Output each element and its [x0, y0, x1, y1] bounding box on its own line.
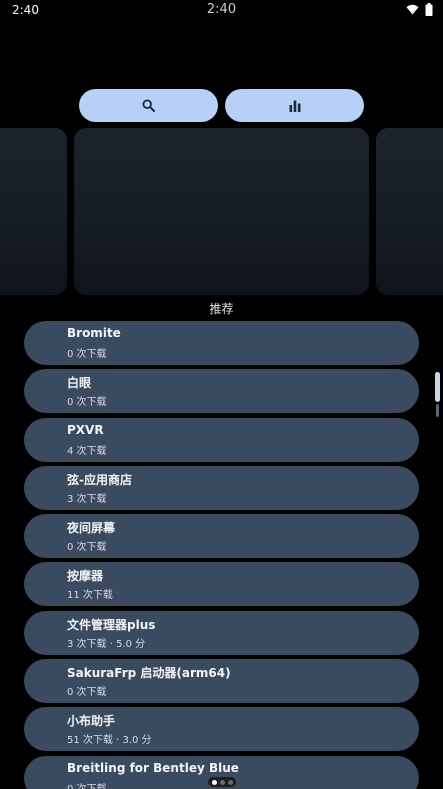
list-item[interactable]: PXVR 4 次下载: [24, 417, 419, 462]
scrollbar-track-indicator: [436, 404, 439, 417]
list-item[interactable]: 弦-应用商店 3 次下载: [24, 465, 419, 510]
scrollbar-thumb[interactable]: [435, 372, 440, 402]
status-time-center: 2:40: [206, 2, 237, 17]
list-item[interactable]: SakuraFrp 启动器(arm64) 0 次下载: [24, 659, 419, 704]
app-name: PXVR: [67, 422, 104, 437]
list-item[interactable]: Bromite 0 次下载: [24, 321, 419, 365]
status-bar: 2:40 2:40: [0, 0, 443, 22]
list-item[interactable]: 夜间屏幕 0 次下载: [24, 514, 419, 559]
app-meta: 11 次下载: [67, 590, 113, 602]
wifi-icon: [406, 4, 419, 15]
app-meta: 0 次下载: [67, 780, 107, 789]
ranking-button[interactable]: [225, 89, 364, 122]
app-meta: 0 次下载: [67, 542, 107, 554]
app-meta: 3 次下载: [67, 493, 107, 505]
app-meta: 4 次下载: [67, 445, 107, 457]
app-name: 弦-应用商店: [67, 472, 132, 487]
app-name: 夜间屏幕: [67, 521, 116, 536]
app-meta: 0 次下载: [67, 687, 107, 699]
app-meta: 0 次下载: [67, 349, 107, 360]
list-item[interactable]: 白眼 0 次下载: [24, 369, 419, 414]
app-meta: 0 次下载: [67, 397, 107, 409]
app-name: 文件管理器plus: [67, 617, 156, 632]
carousel-card-previous[interactable]: [0, 128, 67, 295]
page-dot: [227, 779, 233, 785]
list-item[interactable]: 文件管理器plus 3 次下载 · 5.0 分: [24, 610, 419, 655]
app-name: 白眼: [67, 376, 92, 391]
carousel-card-next[interactable]: [376, 128, 443, 295]
app-meta: 51 次下载 · 3.0 分: [67, 735, 152, 747]
page-dot: [219, 779, 225, 785]
list-item[interactable]: 小布助手 51 次下载 · 3.0 分: [24, 707, 419, 752]
app-meta: 3 次下载 · 5.0 分: [67, 638, 146, 650]
battery-icon: [425, 3, 433, 16]
app-name: 小布助手: [67, 714, 116, 729]
bar-chart-icon: [289, 100, 300, 112]
carousel-card-current[interactable]: [74, 128, 369, 295]
page-dot-active: [211, 779, 217, 785]
section-title: 推荐: [209, 302, 234, 316]
status-icons: [406, 3, 433, 16]
app-name: SakuraFrp 启动器(arm64): [67, 666, 231, 681]
page-indicator: [208, 777, 236, 787]
search-icon: [142, 99, 155, 112]
search-button[interactable]: [79, 89, 218, 122]
app-name: 按摩器: [67, 569, 104, 584]
app-name: Breitling for Bentley Blue: [67, 760, 239, 775]
app-list: Bromite 0 次下载 白眼 0 次下载 PXVR 4 次下载 弦-应用商店…: [24, 321, 419, 789]
list-item[interactable]: 按摩器 11 次下载: [24, 562, 419, 607]
app-name: Bromite: [67, 326, 121, 340]
